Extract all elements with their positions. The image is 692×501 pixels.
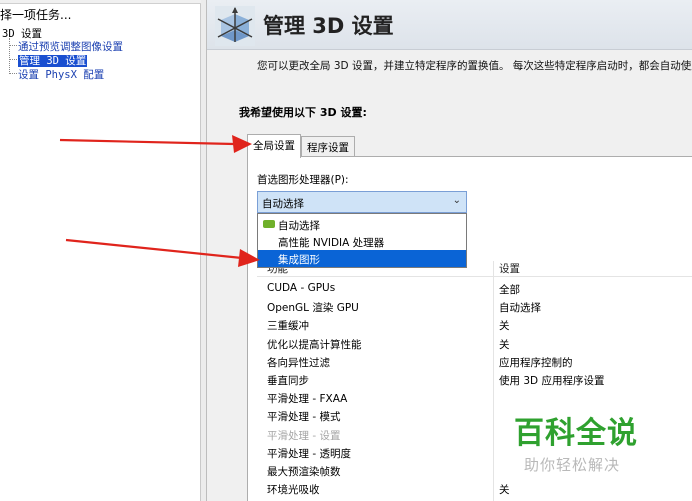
tree-item-manage-3d-settings[interactable]: 管理 3D 设置 (10, 53, 88, 68)
feature-cell: 优化以提高计算性能 (267, 338, 362, 351)
task-pane-title: 择一项任务... (0, 8, 72, 22)
watermark-subtitle: 助你轻松解决 (524, 456, 621, 474)
feature-cell: OpenGL 渲染 GPU (267, 302, 359, 315)
feature-cell: 平滑处理 - 透明度 (267, 447, 351, 460)
feature-cell: 垂直同步 (267, 375, 309, 387)
tree-connector (9, 38, 10, 74)
gpu-option-auto[interactable]: 自动选择 (258, 216, 466, 233)
table-row[interactable]: OpenGL 渲染 GPU 自动选择 (257, 298, 692, 316)
chevron-down-icon: ⌄ (452, 195, 461, 206)
page-banner: 管理 3D 设置 (207, 0, 692, 50)
table-row[interactable]: 垂直同步 使用 3D 应用程序设置 (257, 371, 692, 389)
gpu-dropdown-list: 自动选择 高性能 NVIDIA 处理器 集成图形 (257, 213, 467, 268)
gpu-option-label: 集成图形 (278, 254, 320, 266)
gpu-option-integrated[interactable]: 集成图形 (258, 250, 466, 267)
table-row[interactable]: 优化以提高计算性能 关 (257, 335, 692, 353)
task-pane: 择一项任务... 3D 设置 通过预览调整图像设置 管理 3D 设置 设置 Ph… (0, 0, 201, 501)
section-heading: 我希望使用以下 3D 设置: (239, 106, 367, 119)
header-divider (257, 276, 692, 277)
task-pane-top-border (0, 0, 201, 4)
table-row[interactable]: CUDA - GPUs 全部 (257, 280, 692, 298)
watermark-title: 百科全说 (514, 416, 638, 451)
tab-program-settings[interactable]: 程序设置 (301, 136, 355, 157)
3d-settings-icon (215, 6, 255, 46)
tree-item-adjust-image-settings[interactable]: 通过预览调整图像设置 (10, 39, 123, 54)
tree-item-label: 通过预览调整图像设置 (18, 41, 123, 53)
feature-cell: 三重缓冲 (267, 320, 309, 333)
preferred-gpu-label: 首选图形处理器(P): (257, 174, 349, 186)
page-description: 您可以更改全局 3D 设置，并建立特定程序的置换值。 每次这些特定程序启动时，都… (257, 60, 692, 72)
preferred-gpu-select[interactable]: 自动选择 ⌄ (257, 191, 467, 213)
feature-cell: 各向异性过滤 (267, 356, 330, 369)
page-title: 管理 3D 设置 (263, 14, 394, 38)
feature-cell: 环境光吸收 (267, 484, 320, 497)
tree-item-physx-config[interactable]: 设置 PhysX 配置 (10, 67, 105, 82)
setting-cell: 全部 (499, 284, 520, 296)
gpu-option-nvidia[interactable]: 高性能 NVIDIA 处理器 (258, 233, 466, 250)
tree-branch-line (10, 45, 17, 46)
feature-cell: 最大预渲染帧数 (267, 466, 341, 478)
setting-cell: 关 (499, 320, 510, 333)
setting-cell: 自动选择 (499, 302, 541, 315)
table-row[interactable]: 各向异性过滤 应用程序控制的 (257, 353, 692, 371)
table-row[interactable]: 三重缓冲 关 (257, 316, 692, 334)
feature-cell: 平滑处理 - FXAA (267, 393, 348, 406)
tree-branch-line (10, 59, 17, 60)
setting-cell: 使用 3D 应用程序设置 (499, 375, 605, 387)
table-row[interactable]: 环境光吸收 关 (257, 480, 692, 498)
preferred-gpu-value: 自动选择 (262, 198, 304, 210)
tree-item-label: 管理 3D 设置 (18, 55, 88, 67)
watermark: 百科全说 助你轻松解决 (514, 408, 638, 475)
gpu-option-label: 高性能 NVIDIA 处理器 (278, 237, 385, 249)
table-row[interactable]: 平滑处理 - FXAA (257, 389, 692, 407)
setting-cell: 关 (499, 338, 510, 351)
tree-item-label: 设置 PhysX 配置 (18, 69, 105, 81)
tree-branch-line (10, 73, 17, 74)
setting-cell: 应用程序控制的 (499, 356, 573, 369)
feature-cell: 平滑处理 - 设置 (267, 429, 341, 442)
nvidia-icon (263, 220, 275, 228)
setting-cell: 关 (499, 484, 510, 497)
column-header-setting: 设置 (499, 263, 520, 275)
tab-global-settings[interactable]: 全局设置 (247, 134, 301, 158)
feature-cell: 平滑处理 - 模式 (267, 411, 341, 424)
feature-cell: CUDA - GPUs (267, 282, 336, 294)
gpu-option-label: 自动选择 (278, 220, 320, 232)
